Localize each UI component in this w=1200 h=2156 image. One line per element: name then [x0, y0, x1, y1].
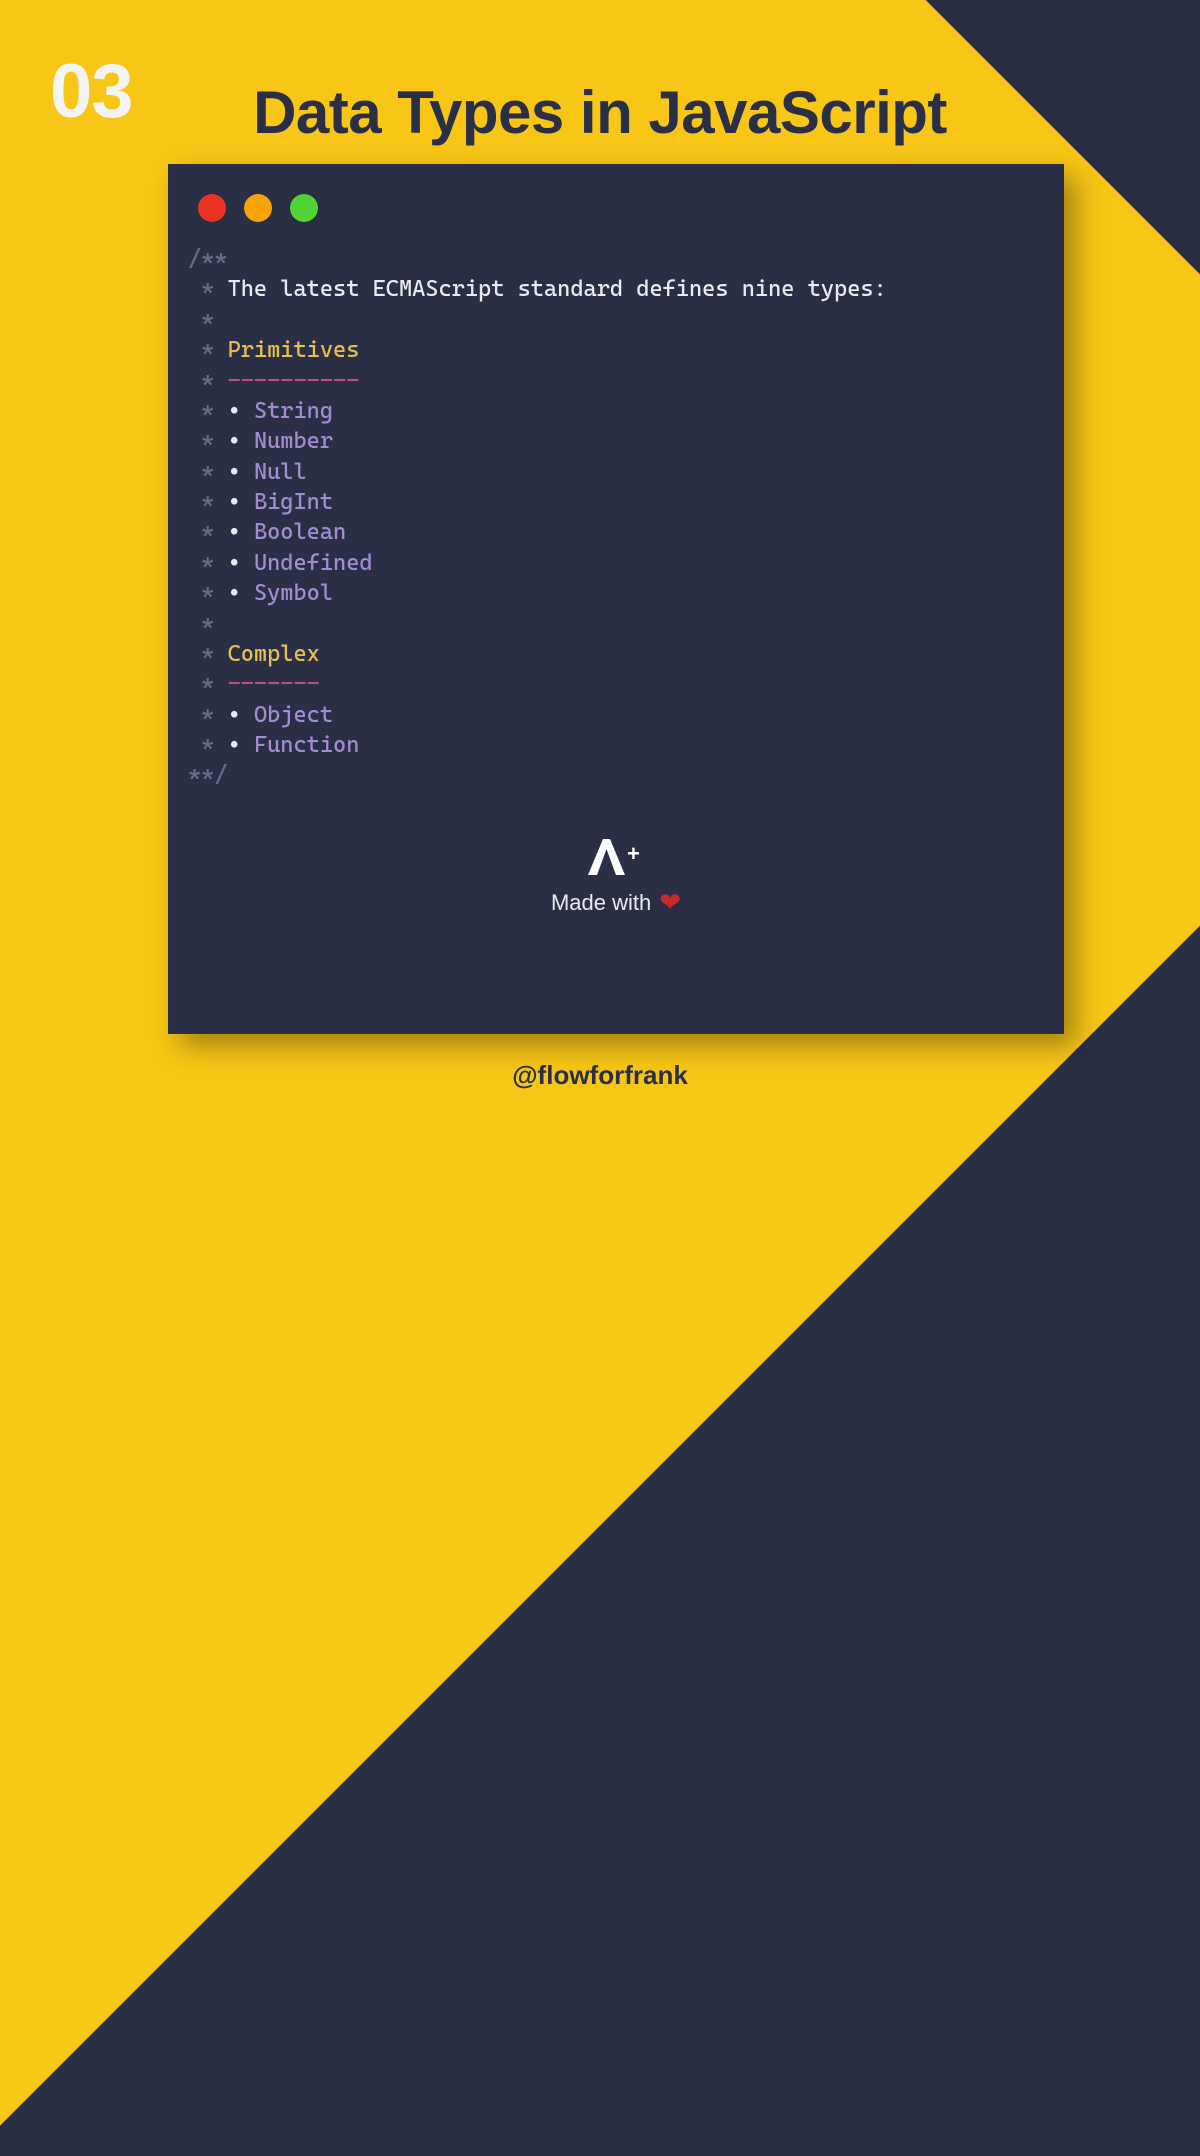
made-with-label: Made with ❤ [551, 887, 681, 918]
code-block: /** * The latest ECMAScript standard def… [168, 238, 1064, 797]
svg-text:+: + [627, 841, 640, 866]
type-item: BigInt [254, 489, 333, 515]
comment-close: **/ [188, 762, 228, 788]
social-handle: @flowforfrank [0, 1060, 1200, 1091]
page-title: Data Types in JavaScript [0, 78, 1200, 147]
minimize-icon [244, 194, 272, 222]
section-primitives-underline: ---------- [228, 368, 360, 394]
logo-icon: + [586, 837, 646, 877]
section-complex-label: Complex [228, 641, 320, 667]
comment-open: /** [188, 246, 228, 272]
type-item: Undefined [254, 550, 373, 576]
section-complex-underline: ------- [228, 671, 320, 697]
type-item: Number [254, 428, 333, 454]
footer-block: + Made with ❤ [168, 837, 1064, 918]
type-item: Symbol [254, 580, 333, 606]
window-traffic-lights [168, 164, 1064, 238]
type-item: Null [254, 459, 307, 485]
close-icon [198, 194, 226, 222]
type-item: String [254, 398, 333, 424]
code-intro: The latest ECMAScript standard defines n… [228, 276, 887, 302]
section-primitives-label: Primitives [228, 337, 360, 363]
type-item: Object [254, 702, 333, 728]
heart-icon: ❤ [659, 887, 681, 918]
maximize-icon [290, 194, 318, 222]
type-item: Function [254, 732, 359, 758]
type-item: Boolean [254, 519, 346, 545]
code-window: /** * The latest ECMAScript standard def… [168, 164, 1064, 1034]
